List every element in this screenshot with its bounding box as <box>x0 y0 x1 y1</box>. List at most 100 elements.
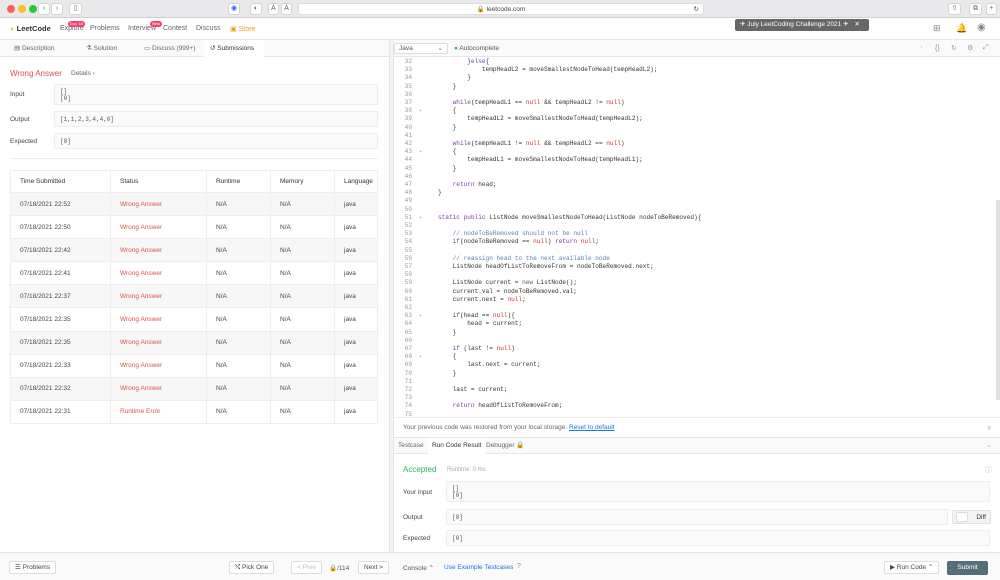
braces-icon[interactable]: {} <box>935 45 940 52</box>
table-row[interactable]: 07/18/2021 22:35 Wrong Answer N/A N/A java <box>10 307 378 332</box>
autocomplete-toggle[interactable]: ● Autocomplete <box>454 45 499 52</box>
language-select[interactable]: Java ⌄ <box>394 43 448 54</box>
nav-problems[interactable]: Problems <box>90 25 120 32</box>
tab-testcase[interactable]: Testcase <box>394 438 428 454</box>
info-circle-icon[interactable]: ⓘ <box>985 465 992 475</box>
table-row[interactable]: 07/18/2021 22:41 Wrong Answer N/A N/A java <box>10 261 378 286</box>
top-nav: ◗ LeetCode Explore Day 18 Problems Inter… <box>0 18 1000 40</box>
cell-status[interactable]: Runtime Error <box>110 399 207 424</box>
your-input-label: Your input <box>403 489 433 496</box>
table-row[interactable]: 07/18/2021 22:33 Wrong Answer N/A N/A java <box>10 353 378 378</box>
cell-memory: N/A <box>270 284 335 309</box>
cell-status[interactable]: Wrong Answer <box>110 330 207 355</box>
table-row[interactable]: 07/18/2021 22:32 Wrong Answer N/A N/A java <box>10 376 378 401</box>
run-result-panel: Accepted Runtime: 0 ms ⓘ Your input [] [… <box>394 454 1000 552</box>
line-number: 68 <box>404 353 412 361</box>
reset-icon[interactable]: ↻ <box>951 44 957 52</box>
cell-language: java <box>334 261 378 286</box>
nav-store[interactable]: ▣ Store <box>230 25 255 33</box>
tab-debugger[interactable]: Debugger 🔒 <box>482 438 528 454</box>
back-icon[interactable]: ‹ <box>38 3 50 15</box>
collapse-chevron-icon[interactable]: ⌄ <box>986 441 992 449</box>
close-banner-icon[interactable]: ✕ <box>854 21 859 28</box>
nav-contest[interactable]: Contest <box>163 25 187 32</box>
cell-runtime: N/A <box>206 284 271 309</box>
pick-one-label: Pick One <box>242 564 269 571</box>
run-status: Accepted <box>403 465 437 474</box>
close-window-button[interactable] <box>7 5 15 13</box>
fold-chevron-icon[interactable]: ▾ <box>419 107 422 115</box>
tab-description[interactable]: ▤ Description <box>8 40 60 57</box>
cell-status[interactable]: Wrong Answer <box>110 284 207 309</box>
table-row[interactable]: 07/18/2021 22:35 Wrong Answer N/A N/A java <box>10 330 378 355</box>
table-row[interactable]: 07/18/2021 22:50 Wrong Answer N/A N/A java <box>10 215 378 240</box>
cell-language: java <box>334 215 378 240</box>
tabs-icon[interactable]: ⧉ <box>969 3 982 15</box>
shield-icon[interactable]: ◐ <box>250 3 262 15</box>
share-icon[interactable]: ⇧ <box>948 3 961 15</box>
use-example-testcases-link[interactable]: Use Example Testcases <box>444 564 513 571</box>
address-bar[interactable]: 🔒 leetcode.com ↻ <box>298 3 704 15</box>
leetcode-logo[interactable]: ◗ LeetCode <box>10 24 51 33</box>
run-code-button[interactable]: ▶ Run Code ⌃ <box>884 561 940 574</box>
text-size-large-button[interactable]: A <box>281 3 292 15</box>
prev-button[interactable]: < Prev <box>291 561 322 574</box>
line-number: 64 <box>404 320 412 328</box>
table-row[interactable]: 07/18/2021 22:52 Wrong Answer N/A N/A java <box>10 191 378 217</box>
table-row[interactable]: 07/18/2021 22:31 Runtime Error N/A N/A java <box>10 399 378 424</box>
fold-chevron-icon[interactable]: ▾ <box>419 148 422 156</box>
next-button[interactable]: Next > <box>358 561 389 574</box>
problems-button[interactable]: ☰ Problems <box>9 561 57 574</box>
line-number: 34 <box>404 74 412 82</box>
settings-icon[interactable]: ⚙ <box>967 44 973 52</box>
cell-language: java <box>334 353 378 378</box>
details-link[interactable]: Details › <box>71 70 95 77</box>
diff-switch[interactable] <box>956 512 968 522</box>
sidebar-icon[interactable]: ▯ <box>69 3 82 15</box>
tab-solution[interactable]: ⚗ Solution <box>80 40 123 57</box>
line-number: 71 <box>404 377 412 385</box>
maximize-window-button[interactable] <box>29 5 37 13</box>
code-editor[interactable]: 32 }else{33 tempHeadL2 = moveSmallestNod… <box>394 57 1000 417</box>
line-number: 70 <box>404 369 412 377</box>
minimize-window-button[interactable] <box>18 5 26 13</box>
cell-status[interactable]: Wrong Answer <box>110 307 207 332</box>
table-row[interactable]: 07/18/2021 22:37 Wrong Answer N/A N/A java <box>10 284 378 309</box>
avatar[interactable]: ◉ <box>977 22 986 33</box>
cell-status[interactable]: Wrong Answer <box>110 353 207 378</box>
cell-status[interactable]: Wrong Answer <box>110 215 207 240</box>
fullscreen-icon[interactable]: ⤢ <box>983 44 989 52</box>
tab-run-code-result[interactable]: Run Code Result <box>428 438 486 454</box>
cell-language: java <box>334 191 378 217</box>
submit-button[interactable]: Submit <box>947 561 988 575</box>
extension-icon[interactable]: ◉ <box>228 3 240 15</box>
info-icon[interactable]: ⁱ <box>921 45 922 53</box>
tab-discuss[interactable]: ▭ Discuss (999+) <box>138 40 202 57</box>
reset-to-default-link[interactable]: Reset to default <box>569 424 615 431</box>
fold-chevron-icon[interactable]: ▾ <box>419 214 422 222</box>
forward-icon[interactable]: › <box>51 3 63 15</box>
help-icon[interactable]: ? <box>517 563 521 570</box>
cell-status[interactable]: Wrong Answer <box>110 376 207 401</box>
challenge-banner[interactable]: ✈ July LeetCoding Challenge 2021 ✈ ✕ <box>735 19 869 31</box>
cell-time: 07/18/2021 22:37 <box>10 284 111 309</box>
cell-status[interactable]: Wrong Answer <box>110 191 207 217</box>
editor-scrollbar[interactable] <box>996 200 1000 400</box>
table-row[interactable]: 07/18/2021 22:42 Wrong Answer N/A N/A java <box>10 238 378 263</box>
cell-status[interactable]: Wrong Answer <box>110 238 207 263</box>
fold-chevron-icon[interactable]: ▾ <box>419 353 422 361</box>
new-tab-icon[interactable]: + <box>986 3 997 15</box>
text-size-small-button[interactable]: A <box>268 3 279 15</box>
cell-status[interactable]: Wrong Answer <box>110 261 207 286</box>
fold-chevron-icon[interactable]: ▾ <box>419 312 422 320</box>
nav-discuss[interactable]: Discuss <box>196 25 221 32</box>
code-text: { <box>438 353 457 361</box>
close-icon[interactable]: ✕ <box>987 424 992 432</box>
reload-icon[interactable]: ↻ <box>694 4 699 15</box>
pick-one-button[interactable]: ⤭ Pick One <box>229 561 275 574</box>
tab-submissions[interactable]: ↺ Submissions <box>204 40 264 57</box>
line-number: 69 <box>404 361 412 369</box>
playground-icon[interactable]: ⊞ <box>933 23 941 34</box>
console-button[interactable]: Console ⌃ <box>403 564 434 572</box>
bell-icon[interactable]: 🔔 <box>956 23 967 34</box>
